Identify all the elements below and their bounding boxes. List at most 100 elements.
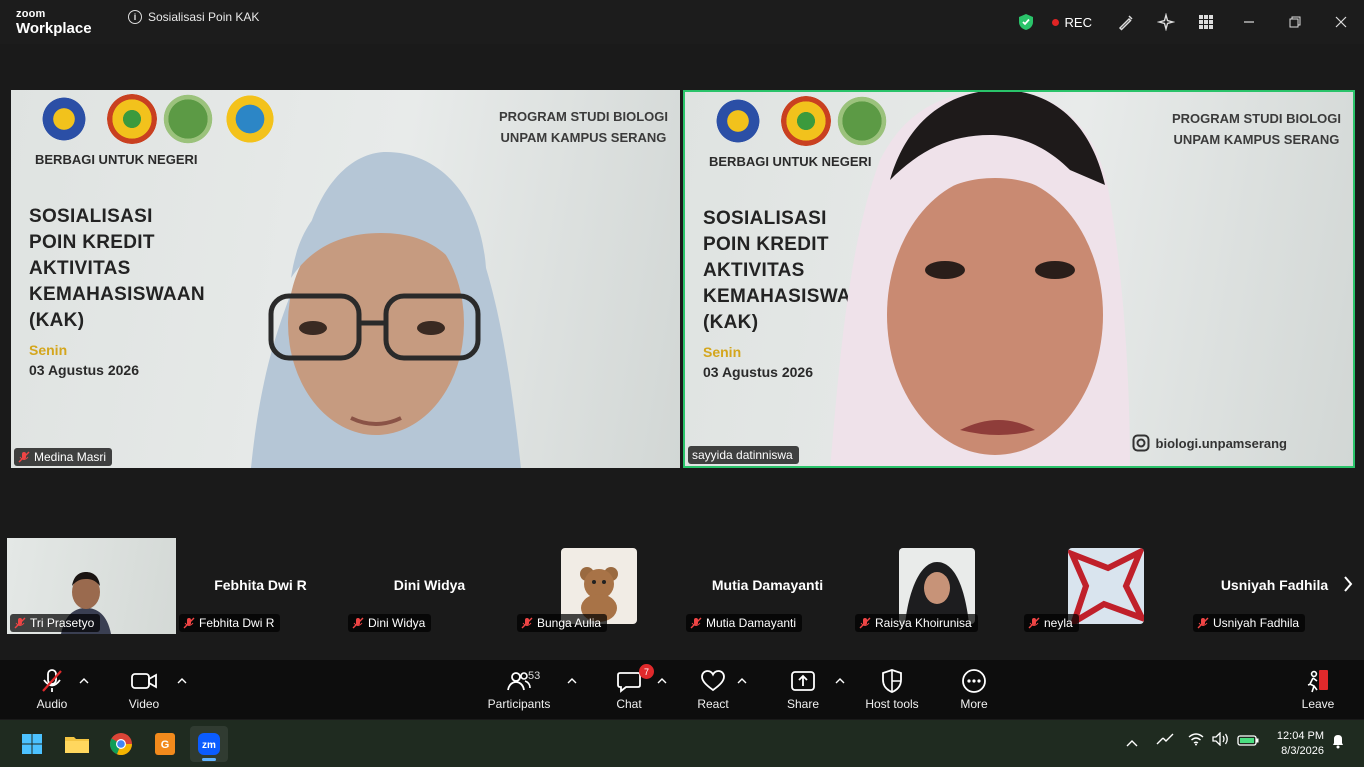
profile-picture-teddy-bear	[560, 548, 637, 624]
mic-muted-icon	[18, 451, 30, 463]
minimize-icon[interactable]	[1226, 2, 1272, 42]
slide-instagram: biologi.unpamserang	[1132, 434, 1287, 452]
chrome-icon[interactable]	[102, 726, 140, 762]
nameplate: Tri Prasetyo	[10, 614, 101, 632]
thumb-tri-prasetyo[interactable]: Tri Prasetyo	[7, 538, 176, 634]
zoom-app-icon[interactable]: zm	[190, 726, 228, 762]
location-pen-icon[interactable]	[1155, 732, 1175, 751]
rec-label: REC	[1064, 14, 1092, 30]
program-line2: UNPAM KAMPUS SERANG	[500, 130, 667, 145]
thumb-bunga-aulia[interactable]: Bunga Aulia	[514, 538, 683, 634]
video-options-caret-icon[interactable]	[175, 674, 189, 688]
show-hidden-icons-chevron-icon[interactable]	[1126, 734, 1138, 752]
video-tile-medina[interactable]: BERBAGI UNTUK NEGERI PROGRAM STUDI BIOLO…	[11, 90, 680, 468]
pdf-app-icon[interactable]: G	[146, 726, 184, 762]
volume-icon[interactable]	[1212, 731, 1230, 751]
profile-picture-person	[898, 548, 975, 624]
mic-muted-icon	[14, 617, 26, 629]
meeting-title: Sosialisasi Poin KAK	[148, 10, 260, 24]
slide-date: 03 Agustus 2026	[703, 364, 813, 380]
participant-name: Mutia Damayanti	[706, 616, 797, 630]
logo-emblem	[39, 94, 89, 144]
participant-name: Febhita Dwi R	[199, 616, 275, 630]
nameplate: Usniyah Fadhila	[1193, 614, 1306, 632]
mic-muted-icon	[690, 617, 702, 629]
battery-icon[interactable]	[1237, 733, 1259, 751]
nameplate: Dini Widya	[348, 614, 432, 632]
participant-name: sayyida datinniswa	[692, 448, 793, 462]
meeting-info[interactable]: i Sosialisasi Poin KAK	[128, 10, 259, 24]
thumb-raisya[interactable]: Raisya Khoirunisa	[852, 538, 1021, 634]
slide-berbagi: BERBAGI UNTUK NEGERI	[35, 152, 198, 167]
share-options-caret-icon[interactable]	[833, 674, 847, 688]
thumb-mutia-damayanti[interactable]: Mutia Damayanti Mutia Damayanti	[683, 538, 852, 634]
host-tools-button[interactable]: Host tools	[852, 668, 932, 711]
meeting-toolbar: Audio Video 53 Participants 7 Chat React	[0, 660, 1364, 719]
brand-line2: Workplace	[16, 20, 92, 37]
ai-companion-icon[interactable]	[1146, 2, 1186, 42]
chat-options-caret-icon[interactable]	[655, 674, 669, 688]
participant-strip: Tri Prasetyo Febhita Dwi R Febhita Dwi R…	[0, 538, 1364, 634]
video-tile-sayyida-active-speaker[interactable]: BERBAGI UNTUK NEGERI PROGRAM STUDI BIOLO…	[683, 90, 1355, 468]
title-line: POIN KREDIT	[29, 232, 155, 253]
info-icon[interactable]: i	[128, 10, 142, 24]
participant-display-name: Febhita Dwi R	[214, 577, 307, 593]
participants-count: 53	[528, 670, 541, 682]
logo-emblem	[713, 96, 763, 146]
more-button[interactable]: More	[934, 668, 1014, 711]
video-stage: BERBAGI UNTUK NEGERI PROGRAM STUDI BIOLO…	[0, 44, 1364, 660]
file-explorer-icon[interactable]	[58, 726, 96, 762]
title-bar: zoom Workplace i Sosialisasi Poin KAK RE…	[0, 0, 1364, 44]
more-dots-icon	[961, 668, 987, 694]
video-button[interactable]: Video	[104, 668, 184, 711]
close-icon[interactable]	[1318, 2, 1364, 42]
participant-person-image	[251, 152, 521, 468]
mic-muted-icon	[1197, 617, 1209, 629]
thumb-usniyah[interactable]: Usniyah Fadhila Usniyah Fadhila	[1190, 538, 1359, 634]
thumb-neyla[interactable]: neyla	[1021, 538, 1190, 634]
participant-name: Raisya Khoirunisa	[875, 616, 972, 630]
logo-emblem	[225, 94, 275, 144]
nameplate: neyla	[1024, 614, 1079, 632]
more-label: More	[960, 697, 988, 711]
nameplate: Mutia Damayanti	[686, 614, 803, 632]
participant-display-name: Dini Widya	[393, 577, 466, 593]
mic-muted-icon	[39, 668, 65, 694]
svg-text:G: G	[161, 739, 170, 751]
share-screen-icon	[790, 668, 816, 694]
participants-icon: 53	[506, 668, 540, 694]
participant-name: Usniyah Fadhila	[1213, 616, 1300, 630]
nameplate-medina: Medina Masri	[14, 448, 113, 466]
system-clock[interactable]: 12:04 PM 8/3/2026	[1277, 729, 1324, 759]
leave-door-icon	[1305, 668, 1331, 694]
zoom-logo: zoom Workplace	[16, 9, 92, 37]
title-line: KEMAHASISWAAN	[29, 284, 205, 305]
slide-title: SOSIALISASI POIN KREDIT AKTIVITAS KEMAHA…	[29, 204, 205, 334]
share-button[interactable]: Share	[763, 668, 843, 711]
participants-button[interactable]: 53 Participants	[479, 668, 559, 711]
recording-indicator[interactable]: REC	[1051, 14, 1092, 30]
mic-muted-icon	[521, 617, 533, 629]
participants-options-caret-icon[interactable]	[565, 674, 579, 688]
audio-options-caret-icon[interactable]	[77, 674, 91, 688]
share-label: Share	[786, 697, 820, 711]
thumb-febhita[interactable]: Febhita Dwi R Febhita Dwi R	[176, 538, 345, 634]
slide-program: PROGRAM STUDI BIOLOGI UNPAM KAMPUS SERAN…	[1172, 108, 1341, 150]
thumb-dini-widya[interactable]: Dini Widya Dini Widya	[345, 538, 514, 634]
wifi-icon[interactable]	[1188, 732, 1204, 751]
instagram-handle: biologi.unpamserang	[1155, 435, 1287, 451]
apps-grid-icon[interactable]	[1186, 2, 1226, 42]
encryption-shield-icon[interactable]	[1006, 2, 1046, 42]
annotate-icon[interactable]	[1106, 2, 1146, 42]
title-line: AKTIVITAS	[29, 258, 131, 279]
host-tools-label: Host tools	[865, 697, 919, 711]
clock-time: 12:04 PM	[1276, 730, 1324, 742]
react-options-caret-icon[interactable]	[735, 674, 749, 688]
chat-unread-badge: 7	[639, 664, 654, 679]
mic-muted-icon	[352, 617, 364, 629]
leave-button[interactable]: Leave	[1278, 668, 1358, 711]
restore-icon[interactable]	[1272, 2, 1318, 42]
next-page-chevron-icon[interactable]	[1340, 572, 1356, 596]
start-icon[interactable]	[13, 726, 51, 762]
notification-bell-icon[interactable]	[1331, 733, 1345, 754]
